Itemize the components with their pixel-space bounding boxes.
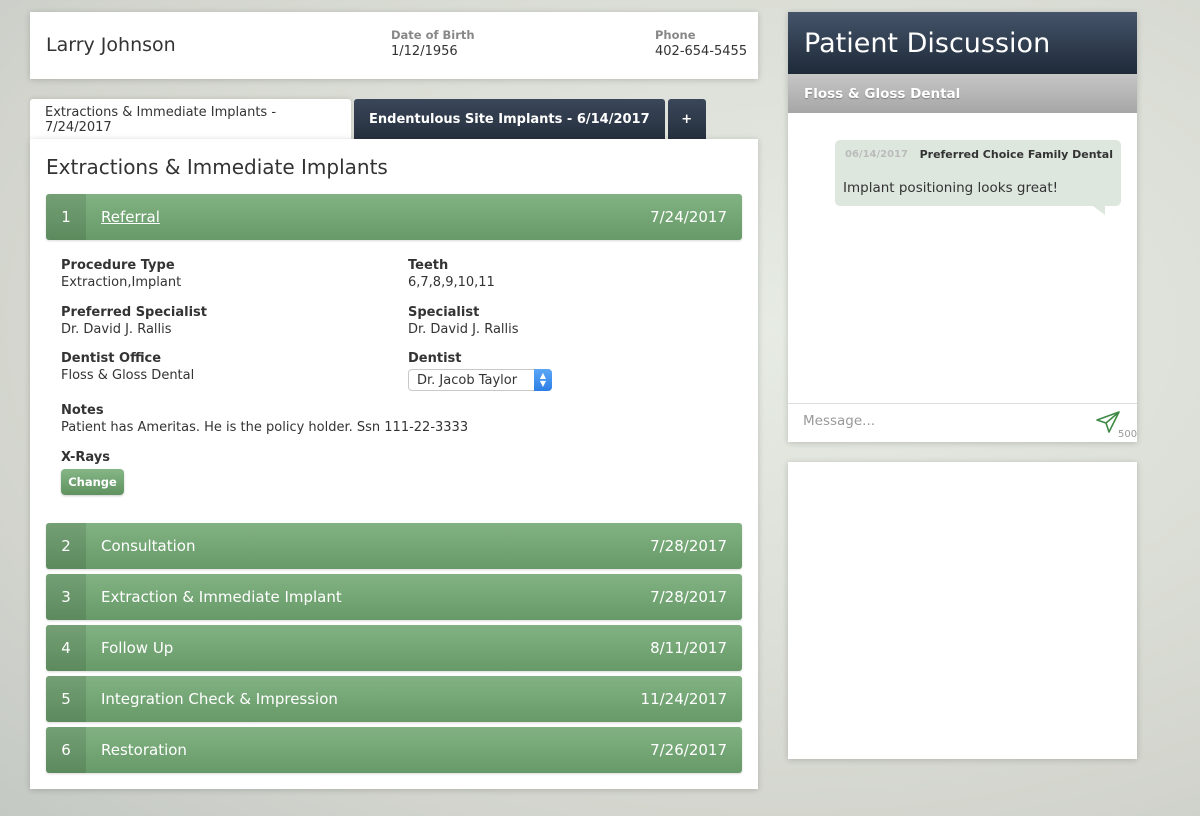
phone-field: Phone 402-654-5455 [655,28,747,59]
dob-field: Date of Birth 1/12/1956 [391,28,475,59]
dentist-label: Dentist [408,351,462,366]
dentist-selected-value: Dr. Jacob Taylor [417,372,518,388]
step-date: 7/26/2017 [650,741,727,759]
teeth-value: 6,7,8,9,10,11 [408,275,495,290]
step-integration-check[interactable]: 5 Integration Check & Impression 11/24/2… [46,676,742,722]
step-number: 4 [46,625,86,671]
dentist-field: Dentist Dr. Jacob Taylor ▲ ▼ [408,351,552,391]
treatment-tabs: Extractions & Immediate Implants - 7/24/… [30,99,709,140]
preferred-specialist-field: Preferred Specialist Dr. David J. Rallis [61,305,207,337]
step-consultation[interactable]: 2 Consultation 7/28/2017 [46,523,742,569]
patient-header: Larry Johnson Date of Birth 1/12/1956 Ph… [30,12,758,79]
step-follow-up[interactable]: 4 Follow Up 8/11/2017 [46,625,742,671]
dob-label: Date of Birth [391,28,475,42]
phone-label: Phone [655,28,696,42]
teeth-field: Teeth 6,7,8,9,10,11 [408,258,495,290]
step-date: 8/11/2017 [650,639,727,657]
step-label: Follow Up [101,639,174,657]
phone-value: 402-654-5455 [655,44,748,59]
notes-label: Notes [61,403,104,418]
message-bubble: 06/14/2017 Preferred Choice Family Denta… [835,140,1121,215]
step-number: 3 [46,574,86,620]
dentist-office-value: Floss & Gloss Dental [61,368,195,383]
specialist-label: Specialist [408,305,480,320]
message-date: 06/14/2017 [845,149,908,160]
procedure-type-value: Extraction,Implant [61,275,182,290]
procedure-type-field: Procedure Type Extraction,Implant [61,258,181,290]
tab-endentulous[interactable]: Endentulous Site Implants - 6/14/2017 [354,99,665,139]
step-date: 7/28/2017 [650,537,727,555]
notes-value: Patient has Ameritas. He is the policy h… [61,420,469,435]
notes-field: Notes Patient has Ameritas. He is the po… [61,403,468,435]
message-sender: Preferred Choice Family Dental [919,148,1113,161]
step-label: Consultation [101,537,196,555]
teeth-label: Teeth [408,258,449,273]
step-label: Integration Check & Impression [101,690,338,708]
char-count: 500 [1118,429,1138,440]
message-text: Implant positioning looks great! [843,180,1059,196]
dentist-office-label: Dentist Office [61,351,162,366]
step-label: Extraction & Immediate Implant [101,588,342,606]
change-xrays-button[interactable]: Change [61,469,124,495]
patient-name: Larry Johnson [46,34,176,56]
section-title: Extractions & Immediate Implants [46,155,388,179]
step-extraction-implant[interactable]: 3 Extraction & Immediate Implant 7/28/20… [46,574,742,620]
step-number: 2 [46,523,86,569]
preferred-specialist-label: Preferred Specialist [61,305,207,320]
dentist-office-field: Dentist Office Floss & Gloss Dental [61,351,194,383]
step-restoration[interactable]: 6 Restoration 7/26/2017 [46,727,742,773]
step-date: 7/28/2017 [650,588,727,606]
preferred-specialist-value: Dr. David J. Rallis [61,322,172,337]
specialist-value: Dr. David J. Rallis [408,322,519,337]
tab-extractions[interactable]: Extractions & Immediate Implants - 7/24/… [30,99,351,140]
patient-discussion-panel: Patient Discussion Floss & Gloss Dental … [788,12,1137,442]
select-updown-icon: ▲ ▼ [534,369,552,391]
step-date: 7/24/2017 [650,208,727,226]
step-number: 1 [46,194,86,240]
specialist-field: Specialist Dr. David J. Rallis [408,305,519,337]
message-input[interactable] [803,413,1083,429]
empty-panel [788,462,1137,759]
step-referral[interactable]: 1 Referral 7/24/2017 [46,194,742,240]
treatment-panel: Extractions & Immediate Implants 1 Refer… [30,139,758,789]
step-date: 11/24/2017 [640,690,727,708]
step-label: Restoration [101,741,187,759]
dentist-select[interactable]: Dr. Jacob Taylor ▲ ▼ [408,369,552,391]
add-tab-button[interactable]: + [667,99,706,139]
xrays-field: X-Rays Change [61,450,124,495]
step-label-link[interactable]: Referral [101,208,650,226]
step-number: 5 [46,676,86,722]
xrays-label: X-Rays [61,450,110,465]
discussion-office: Floss & Gloss Dental [788,74,1137,113]
procedure-type-label: Procedure Type [61,258,175,273]
dob-value: 1/12/1956 [391,44,458,59]
step-number: 6 [46,727,86,773]
message-bar: 500 [788,403,1137,442]
discussion-title: Patient Discussion [788,12,1137,74]
